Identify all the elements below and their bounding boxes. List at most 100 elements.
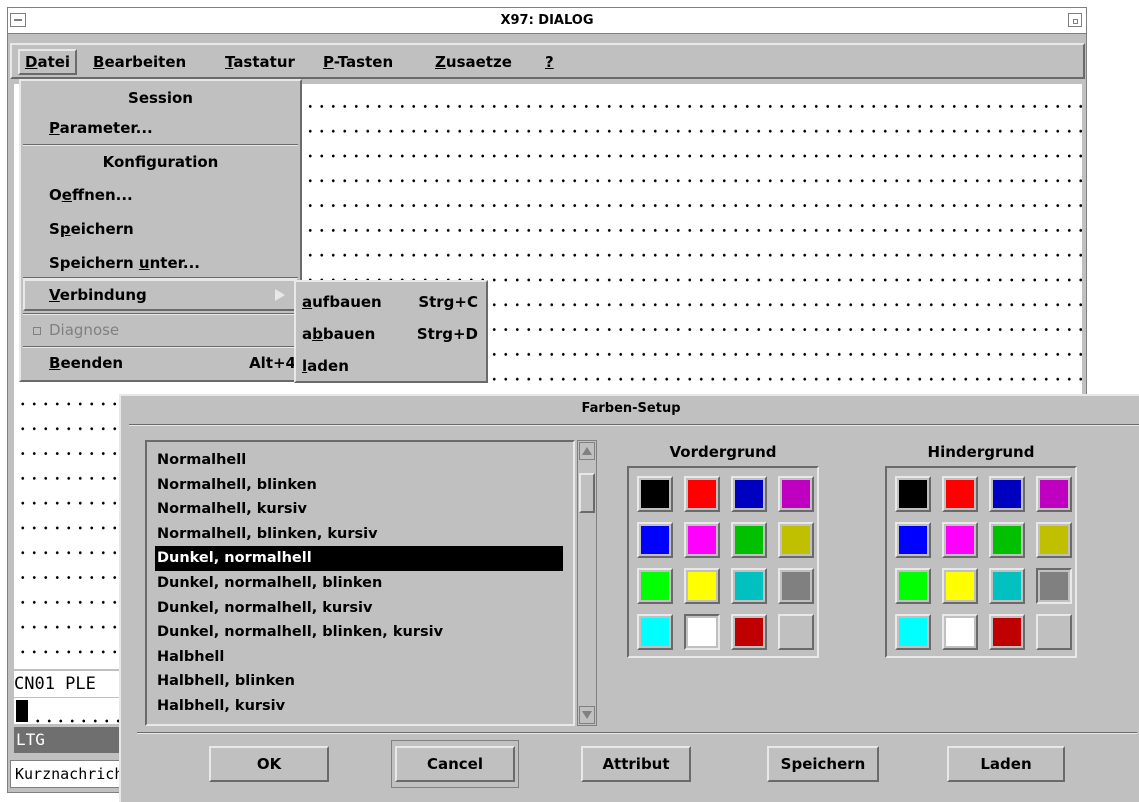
vordergrund-swatch[interactable]	[731, 476, 767, 512]
hintergrund-swatch[interactable]	[1036, 614, 1072, 650]
hintergrund-swatch[interactable]	[989, 568, 1025, 604]
attribute-list-item[interactable]: Normalhell, kursiv	[155, 497, 563, 522]
menu-item-abbauen[interactable]: abbauen Strg+D	[302, 318, 484, 350]
speichern-button[interactable]: Speichern	[767, 746, 879, 782]
vordergrund-swatch[interactable]	[731, 614, 767, 650]
swatch-fill	[641, 480, 669, 508]
minus-icon	[14, 19, 22, 21]
vordergrund-swatch[interactable]	[731, 568, 767, 604]
vordergrund-swatch[interactable]	[778, 522, 814, 558]
swatch-fill	[1040, 618, 1068, 646]
attribute-list-item[interactable]: Normalhell, blinken, kursiv	[155, 522, 563, 547]
terminal-input-dots	[32, 698, 132, 724]
attribute-list-item[interactable]: Normalhell	[155, 448, 563, 473]
vordergrund-swatch[interactable]	[637, 476, 673, 512]
swatch-fill	[899, 480, 927, 508]
attribute-list-item[interactable]: Dunkel, normalhell, blinken	[155, 571, 563, 596]
title-separator	[129, 424, 1139, 426]
attribute-list-item[interactable]: Dunkel, normalhell, blinken, kursiv	[155, 620, 563, 645]
menu-item-speichern[interactable]: Speichern	[23, 212, 298, 246]
system-menu-button[interactable]	[10, 13, 26, 27]
swatch-fill	[1040, 572, 1068, 600]
hintergrund-swatch[interactable]	[942, 568, 978, 604]
menu-item-diagnose: Diagnose	[23, 313, 298, 347]
vordergrund-swatch[interactable]	[778, 476, 814, 512]
vordergrund-swatch[interactable]	[778, 614, 814, 650]
swatch-fill	[946, 572, 974, 600]
ltg-status-bar: LTG	[14, 727, 134, 753]
datei-menu: Session Parameter... Konfiguration Oeffn…	[19, 79, 302, 382]
menu-item-laden[interactable]: laden	[302, 350, 484, 382]
menu-item-aufbauen[interactable]: aufbauen Strg+C	[302, 286, 484, 318]
swatch-fill	[641, 618, 669, 646]
vordergrund-swatch[interactable]	[684, 568, 720, 604]
swatch-fill	[688, 480, 716, 508]
vordergrund-swatch[interactable]	[778, 568, 814, 604]
hintergrund-swatch[interactable]	[989, 614, 1025, 650]
swatch-fill	[735, 526, 763, 554]
hintergrund-swatch[interactable]	[989, 522, 1025, 558]
attribute-list-item[interactable]: Halbhell, kursiv	[155, 694, 563, 719]
hintergrund-swatch[interactable]	[942, 614, 978, 650]
swatch-fill	[641, 526, 669, 554]
menu-datei[interactable]: Datei	[18, 49, 78, 75]
attribut-button[interactable]: Attribut	[581, 746, 691, 782]
ok-button[interactable]: OK	[209, 746, 329, 782]
hintergrund-swatch[interactable]	[942, 476, 978, 512]
hintergrund-swatch[interactable]	[989, 476, 1025, 512]
menu-item-parameter[interactable]: Parameter...	[23, 111, 298, 145]
menu-item-verbindung[interactable]: Verbindung	[23, 279, 298, 311]
vordergrund-swatch[interactable]	[684, 522, 720, 558]
menu-tastatur[interactable]: Tastatur	[220, 49, 300, 75]
vordergrund-swatch[interactable]	[684, 614, 720, 650]
swatch-fill	[899, 572, 927, 600]
vordergrund-swatch[interactable]	[637, 568, 673, 604]
maximize-button[interactable]	[1068, 13, 1082, 27]
vordergrund-swatch[interactable]	[637, 614, 673, 650]
hintergrund-swatch[interactable]	[895, 568, 931, 604]
hintergrund-swatch[interactable]	[942, 522, 978, 558]
verbindung-submenu: aufbauen Strg+C abbauen Strg+D laden	[294, 280, 488, 383]
swatch-fill	[899, 526, 927, 554]
hintergrund-swatch[interactable]	[895, 614, 931, 650]
swatch-fill	[735, 572, 763, 600]
terminal-cursor	[16, 700, 28, 722]
square-icon	[1073, 19, 1078, 24]
vordergrund-swatch[interactable]	[684, 476, 720, 512]
cancel-button[interactable]: Cancel	[395, 746, 515, 782]
arrow-up-icon	[582, 447, 592, 455]
vordergrund-swatch[interactable]	[731, 522, 767, 558]
toggle-indicator-icon	[33, 327, 41, 335]
hintergrund-swatch[interactable]	[895, 476, 931, 512]
menu-item-beenden[interactable]: Beenden Alt+4	[23, 346, 298, 380]
swatch-fill	[993, 480, 1021, 508]
scroll-up-button[interactable]	[579, 442, 595, 460]
attribute-list-item[interactable]: Halbhell, blinken	[155, 669, 563, 694]
menu-p-tasten[interactable]: P-Tasten	[318, 49, 398, 75]
attribute-list-item[interactable]: Normalhell, blinken	[155, 473, 563, 498]
attribute-list[interactable]: Normalhell Normalhell, blinken Normalhell,…	[145, 440, 575, 726]
swatch-fill	[946, 480, 974, 508]
swatch-fill	[993, 618, 1021, 646]
vordergrund-palette	[627, 466, 819, 658]
hintergrund-swatch[interactable]	[1036, 568, 1072, 604]
laden-button[interactable]: Laden	[947, 746, 1065, 782]
vordergrund-swatch[interactable]	[637, 522, 673, 558]
scrollbar-thumb[interactable]	[579, 473, 595, 513]
menu-zusaetze[interactable]: Zusaetze	[430, 49, 517, 75]
attribute-list-item[interactable]: Dunkel, normalhell, kursiv	[155, 596, 563, 621]
menu-item-speichern-unter[interactable]: Speichern unter...	[23, 246, 298, 280]
hintergrund-swatch[interactable]	[1036, 522, 1072, 558]
swatch-fill	[946, 618, 974, 646]
hintergrund-swatch[interactable]	[895, 522, 931, 558]
scroll-down-button[interactable]	[579, 706, 595, 724]
menu-bearbeiten[interactable]: Bearbeiten	[88, 49, 191, 75]
attribute-list-item[interactable]: Halbhell	[155, 645, 563, 670]
attribute-list-scrollbar[interactable]	[577, 440, 597, 726]
menu-item-oeffnen[interactable]: Oeffnen...	[23, 178, 298, 212]
attribute-list-item[interactable]: Dunkel, normalhell	[155, 546, 563, 571]
title-bar[interactable]: X97: DIALOG	[8, 8, 1086, 34]
hintergrund-swatch[interactable]	[1036, 476, 1072, 512]
kurznachricht-field[interactable]: Kurznachricht	[10, 760, 130, 788]
menu-help[interactable]: ?	[540, 49, 559, 75]
